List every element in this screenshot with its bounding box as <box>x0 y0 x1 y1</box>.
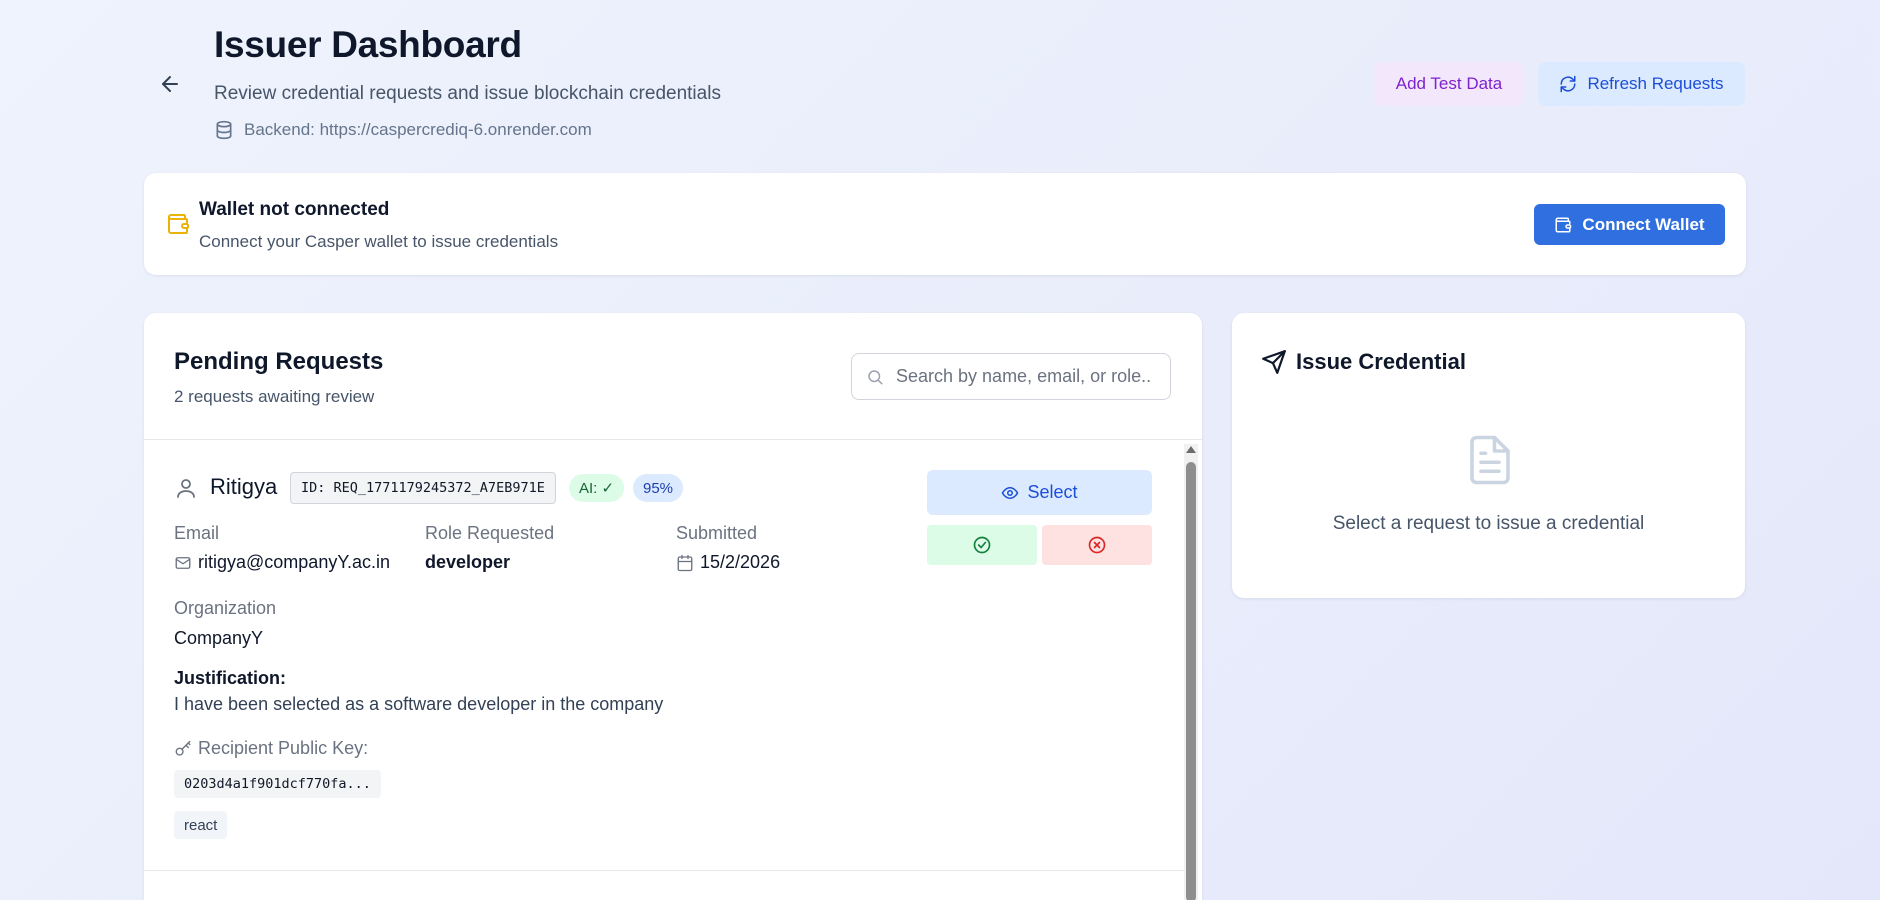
pending-requests-count: 2 requests awaiting review <box>174 387 375 406</box>
connect-wallet-button[interactable]: Connect Wallet <box>1534 204 1725 245</box>
key-icon <box>175 740 191 756</box>
select-label: Select <box>1027 482 1078 502</box>
organization-value: CompanyY <box>174 628 264 648</box>
submitted-date: 15/2/2026 <box>700 552 781 572</box>
search-icon <box>868 369 883 384</box>
issue-empty-message: Select a request to issue a credential <box>1332 513 1645 534</box>
scroll-up-arrow[interactable] <box>1186 446 1196 453</box>
wallet-status-card <box>144 173 1746 275</box>
select-request-button[interactable]: Select <box>927 470 1152 515</box>
public-key-label: Recipient Public Key: <box>174 738 368 759</box>
submitted-value: 15/2/2026 <box>676 552 780 573</box>
email-text: ritigya@companyY.ac.in <box>198 552 391 572</box>
backend-info: Backend: https://caspercrediq-6.onrender… <box>214 120 592 140</box>
x-circle-icon <box>1088 536 1106 554</box>
role-value: developer <box>425 552 511 572</box>
arrow-left-icon <box>162 76 178 92</box>
public-key-value: 0203d4a1f901dcf770fa... <box>174 770 381 798</box>
eye-icon <box>1002 486 1019 499</box>
issue-credential-title: Issue Credential <box>1296 349 1466 374</box>
public-key-label-text: Recipient Public Key: <box>198 738 369 758</box>
request-id-badge: ID: REQ_1771179245372_A7EB971E <box>290 472 556 504</box>
pending-requests-title: Pending Requests <box>174 348 384 375</box>
role-label: Role Requested <box>425 523 555 543</box>
send-icon <box>1261 349 1287 380</box>
refresh-requests-label: Refresh Requests <box>1587 74 1724 93</box>
request-name: Ritigya <box>210 474 278 499</box>
connect-wallet-label: Connect Wallet <box>1582 214 1705 234</box>
check-circle-icon <box>973 536 991 554</box>
backend-url: Backend: https://caspercrediq-6.onrender… <box>244 120 592 139</box>
wallet-status-description: Connect your Casper wallet to issue cred… <box>199 232 559 251</box>
page-subtitle: Review credential requests and issue blo… <box>214 83 721 104</box>
skill-tag: react <box>174 811 228 839</box>
calendar-icon <box>677 554 693 571</box>
email-value: ritigya@companyY.ac.in <box>174 552 390 573</box>
justification-text: I have been selected as a software devel… <box>174 694 664 714</box>
refresh-icon <box>1560 75 1576 93</box>
mail-icon <box>175 556 191 569</box>
page-title: Issuer Dashboard <box>214 24 522 65</box>
add-test-data-button[interactable]: Add Test Data <box>1374 62 1524 106</box>
approve-request-button[interactable] <box>927 525 1037 565</box>
scrollbar-thumb[interactable] <box>1186 462 1196 900</box>
divider <box>144 439 1202 440</box>
organization-label: Organization <box>174 598 277 618</box>
wallet-icon <box>166 212 190 241</box>
database-icon <box>216 120 232 140</box>
reject-request-button[interactable] <box>1042 525 1152 565</box>
wallet-status-title: Wallet not connected <box>199 199 390 220</box>
wallet-icon <box>1555 217 1572 232</box>
row-divider <box>144 870 1184 871</box>
ai-score-badge: 95% <box>633 474 684 502</box>
ai-verified-badge: AI: ✓ <box>569 474 625 502</box>
submitted-label: Submitted <box>676 523 758 543</box>
refresh-requests-button[interactable]: Refresh Requests <box>1538 62 1745 106</box>
search-input[interactable] <box>896 366 1151 387</box>
user-icon <box>174 476 198 505</box>
justification-label: Justification: <box>174 668 287 688</box>
document-icon <box>1463 430 1517 495</box>
email-label: Email <box>174 523 220 543</box>
search-box <box>851 353 1171 400</box>
back-button[interactable] <box>150 66 190 102</box>
